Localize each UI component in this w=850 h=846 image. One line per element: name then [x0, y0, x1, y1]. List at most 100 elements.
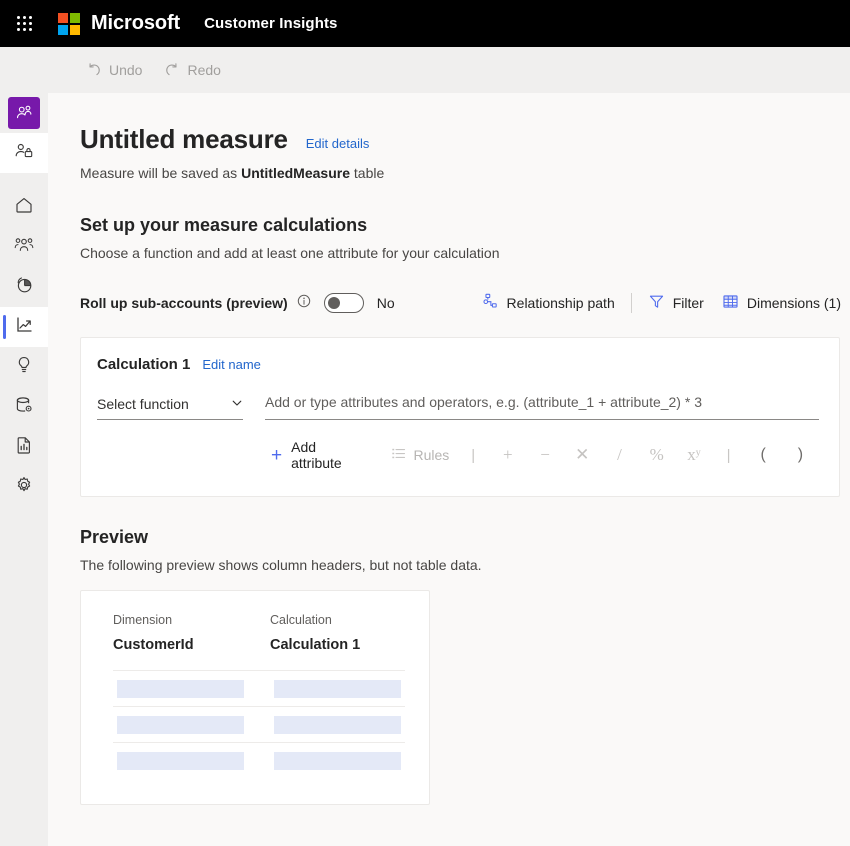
sidebar-item-consent[interactable]	[0, 133, 48, 173]
redo-button[interactable]: Redo	[155, 57, 229, 83]
undo-button[interactable]: Undo	[77, 57, 151, 83]
redo-icon	[164, 62, 180, 78]
report-icon	[14, 435, 34, 460]
plus-icon: +	[271, 444, 283, 466]
chevron-down-icon	[231, 396, 243, 412]
sidebar-item-customer[interactable]	[0, 93, 48, 133]
skeleton-cell	[117, 752, 244, 770]
relationship-path-label: Relationship path	[506, 295, 615, 311]
rollup-toggle[interactable]	[323, 293, 364, 313]
skeleton-cell	[117, 680, 244, 698]
app-title[interactable]: Customer Insights	[204, 15, 337, 32]
operator-power[interactable]: xʸ	[675, 445, 712, 465]
preview-col-name-2: Calculation 1	[270, 637, 361, 653]
person-lock-icon	[14, 141, 34, 166]
operator-plus[interactable]: +	[489, 445, 526, 465]
table-row	[113, 742, 405, 778]
toggle-knob	[327, 297, 340, 309]
preview-heading: Preview	[80, 527, 149, 547]
filter-button[interactable]: Filter	[639, 287, 713, 319]
command-bar-actions: Undo Redo	[48, 57, 230, 83]
function-select[interactable]: Select function	[97, 396, 243, 420]
home-icon	[14, 195, 34, 220]
page-title-row: Untitled measure Edit details	[80, 124, 850, 155]
undo-label: Undo	[109, 62, 143, 78]
edit-name-link[interactable]: Edit name	[202, 357, 261, 372]
sidebar-item-measures[interactable]	[0, 307, 48, 347]
formula-input[interactable]: Add or type attributes and operators, e.…	[265, 394, 819, 420]
add-attribute-button[interactable]: + Add attribute	[265, 434, 375, 476]
operator-toolbar: + Add attribute Rules | + − ✕ / % xʸ | (…	[265, 434, 819, 476]
redo-label: Redo	[187, 62, 221, 78]
rollup-label: Roll up sub-accounts (preview)	[80, 295, 288, 311]
sidebar-item-audience[interactable]	[0, 227, 48, 267]
sidebar-item-insights[interactable]	[0, 267, 48, 307]
setup-heading: Set up your measure calculations	[80, 215, 368, 235]
filter-label: Filter	[672, 295, 704, 311]
add-attribute-label: Add attribute	[291, 439, 342, 471]
relationship-path-icon	[482, 293, 499, 313]
undo-icon	[86, 62, 102, 78]
app-launcher-button[interactable]	[0, 0, 48, 47]
line-chart-icon	[14, 315, 34, 340]
sidebar-item-data[interactable]	[0, 387, 48, 427]
rollup-state-label: No	[376, 295, 395, 311]
person-add-icon	[8, 97, 40, 129]
save-note-suffix: table	[350, 165, 385, 181]
rollup-toggle-group: Roll up sub-accounts (preview) No	[80, 293, 395, 313]
operator-open-paren[interactable]: (	[745, 446, 782, 464]
main-content: Untitled measure Edit details Measure wi…	[48, 93, 850, 846]
save-target-note: Measure will be saved as UntitledMeasure…	[80, 165, 850, 181]
calculation-name: Calculation 1	[97, 356, 191, 373]
skeleton-cell	[274, 680, 401, 698]
operator-close-paren[interactable]: )	[782, 446, 819, 464]
operator-minus[interactable]: −	[526, 445, 563, 465]
sidebar-item-home[interactable]	[0, 187, 48, 227]
formula-placeholder: Add or type attributes and operators, e.…	[265, 394, 702, 410]
preview-subheading: The following preview shows column heade…	[80, 557, 482, 573]
calculation-card: Calculation 1 Edit name Select function …	[80, 337, 840, 497]
operator-divider-right: |	[726, 446, 731, 464]
waffle-icon	[16, 16, 32, 31]
table-row	[113, 706, 405, 742]
skeleton-cell	[274, 752, 401, 770]
operator-divide[interactable]: /	[601, 445, 638, 465]
relationship-path-button[interactable]: Relationship path	[473, 287, 624, 319]
preview-col-name-1: CustomerId	[113, 637, 194, 653]
rules-list-icon	[391, 446, 406, 464]
save-note-table-name: UntitledMeasure	[241, 165, 350, 181]
operator-multiply[interactable]: ✕	[564, 445, 601, 465]
preview-table: Dimension Calculation CustomerId Calcula…	[113, 613, 405, 778]
filter-icon	[648, 293, 665, 313]
sidebar-item-intelligence[interactable]	[0, 347, 48, 387]
database-gear-icon	[14, 395, 34, 420]
lightbulb-icon	[14, 355, 34, 380]
edit-details-link[interactable]: Edit details	[306, 136, 370, 151]
sidebar-rail	[0, 47, 48, 846]
calculation-header: Calculation 1 Edit name	[97, 356, 819, 373]
command-bar: Undo Redo	[0, 47, 850, 93]
page-title: Untitled measure	[80, 124, 288, 154]
rules-label: Rules	[413, 447, 450, 463]
suite-header: Microsoft Customer Insights	[0, 0, 850, 47]
info-icon[interactable]	[297, 294, 311, 313]
microsoft-wordmark: Microsoft	[91, 12, 181, 34]
calculation-inputs-row: Select function Add or type attributes a…	[97, 394, 819, 420]
skeleton-cell	[274, 716, 401, 734]
app-root: Microsoft Customer Insights Undo Redo Un…	[0, 0, 850, 846]
measure-controls-row: Roll up sub-accounts (preview) No Relati…	[80, 287, 850, 319]
dimensions-button[interactable]: Dimensions (1)	[713, 287, 850, 319]
sidebar-item-settings[interactable]	[0, 467, 48, 507]
preview-col-header-2: Calculation	[270, 613, 332, 627]
operator-percent[interactable]: %	[638, 445, 675, 465]
microsoft-logo-icon	[58, 12, 80, 35]
measure-tools: Relationship path Filter Dimensions (1)	[473, 287, 850, 319]
save-note-prefix: Measure will be saved as	[80, 165, 242, 181]
table-row	[113, 670, 405, 706]
function-select-value: Select function	[97, 396, 189, 412]
table-grid-icon	[722, 293, 739, 313]
preview-col-header-1: Dimension	[113, 613, 173, 627]
rules-button[interactable]: Rules	[383, 441, 458, 469]
rail-spacer	[0, 173, 48, 187]
sidebar-item-reports[interactable]	[0, 427, 48, 467]
